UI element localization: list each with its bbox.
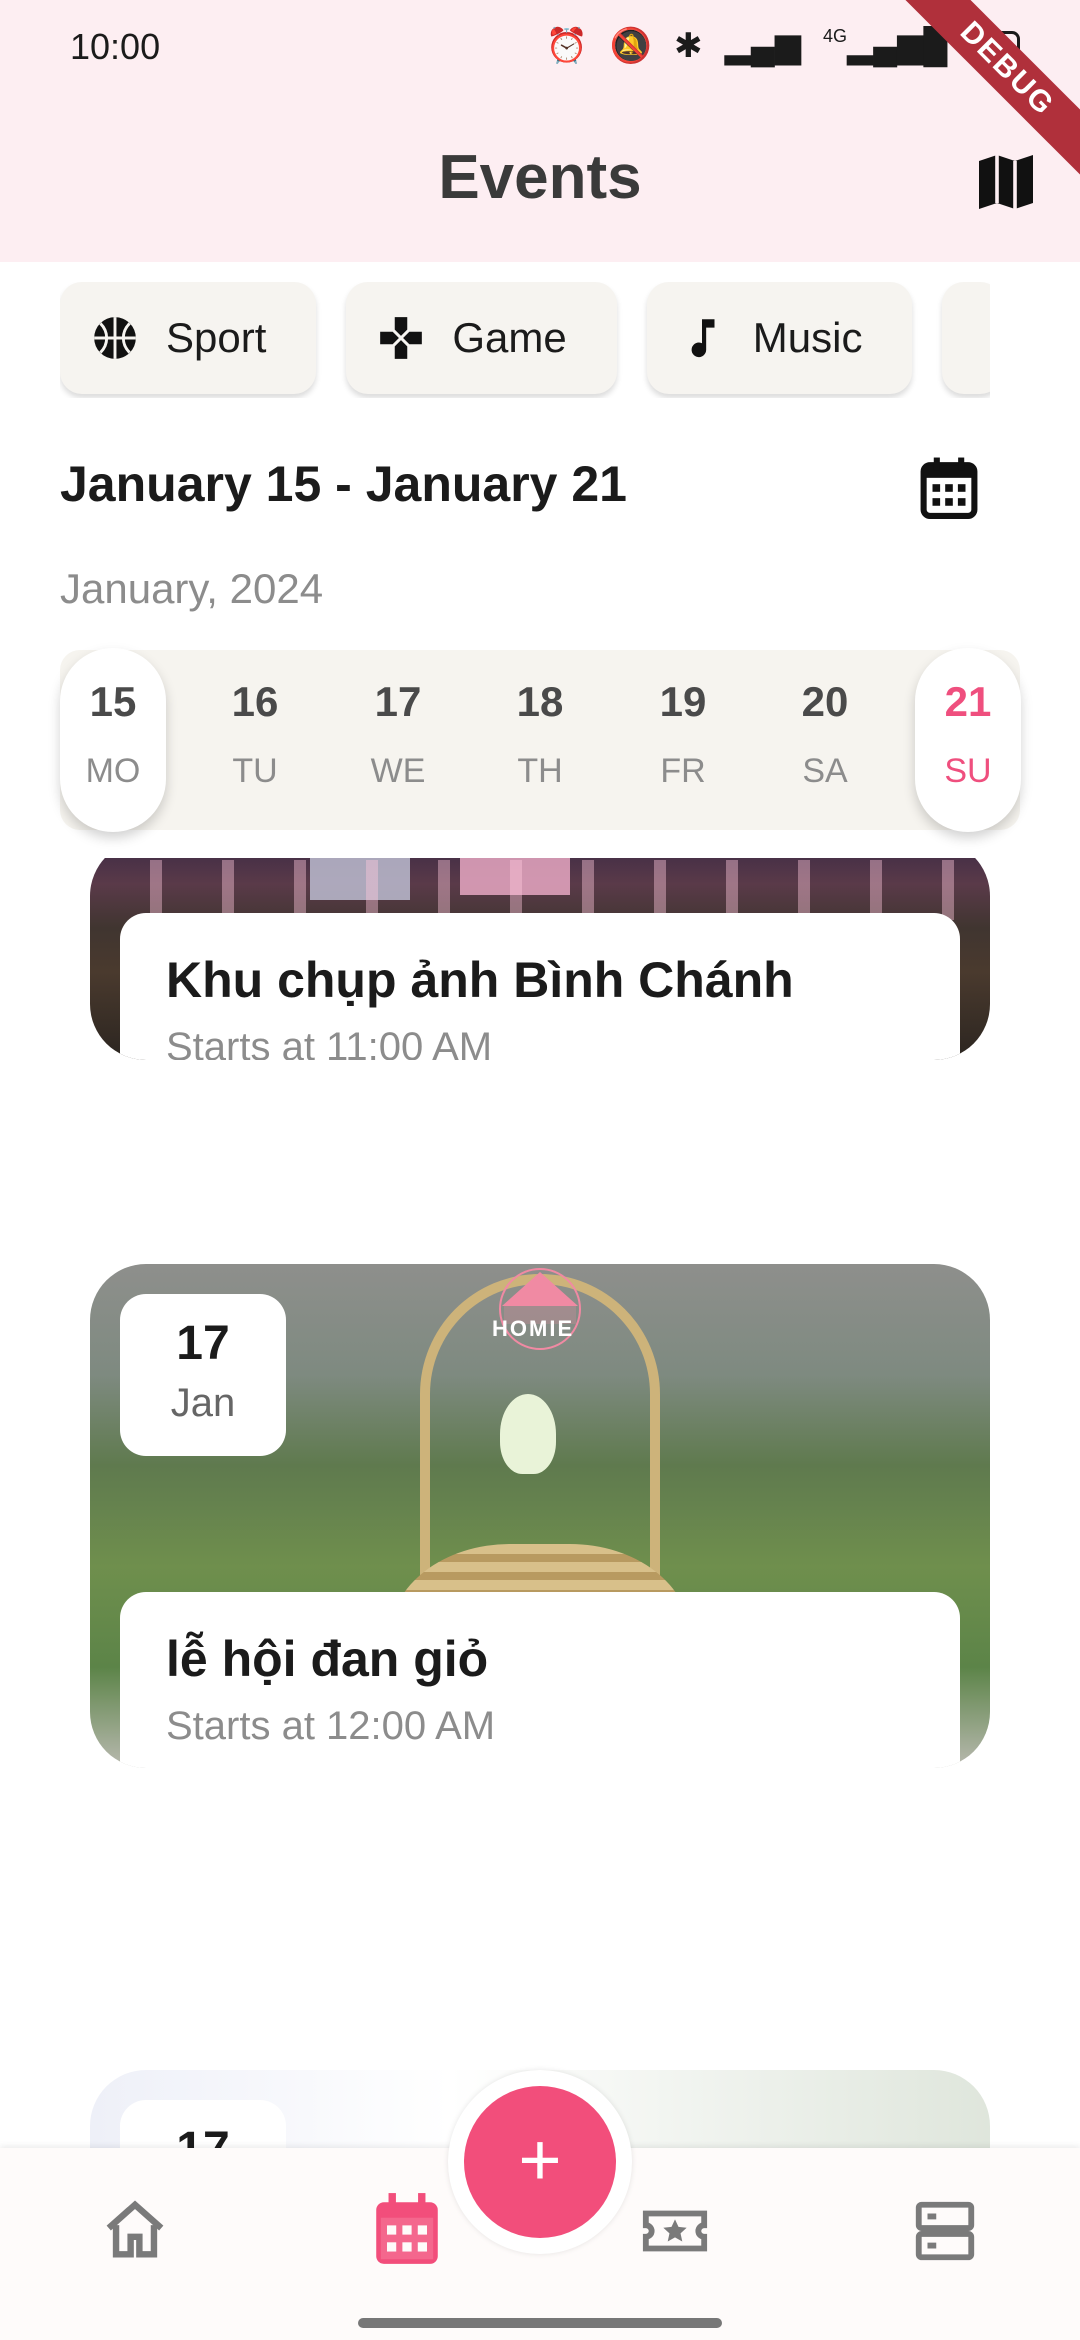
signal-4g-icon: 4G▂▄▆█	[823, 26, 948, 65]
date-badge: 17	[120, 2100, 286, 2148]
gamepad-icon	[380, 317, 423, 359]
storage-icon[interactable]	[910, 2196, 980, 2266]
top-app-bar: 10:00 ⏰ 🔕 ✱ ▂▄▆ 4G▂▄▆█ 19 DEBUG Events	[0, 0, 1080, 262]
event-start-time: Starts at 11:00 AM	[166, 1025, 493, 1060]
week-range: January 15 - January 21	[60, 456, 627, 512]
day-of-week: SA	[802, 752, 848, 790]
event-info-panel: Khu chụp ảnh Bình Chánh Starts at 11:00 …	[120, 913, 960, 1060]
event-title: Khu chụp ảnh Bình Chánh	[166, 952, 794, 1008]
date-badge-day: 17	[176, 1317, 230, 1370]
day-number: 17	[374, 678, 422, 725]
alarm-icon: ⏰	[545, 27, 588, 65]
day-number: 18	[516, 678, 564, 725]
status-time: 10:00	[70, 26, 161, 67]
day-su[interactable]: 21 SU	[915, 648, 1021, 832]
add-event-button[interactable]: +	[464, 2086, 616, 2238]
chip-sport[interactable]: Sport	[60, 282, 317, 394]
category-chips: Sport Game Music	[60, 282, 990, 398]
day-of-week: MO	[85, 752, 141, 790]
bluetooth-icon: ✱	[674, 27, 703, 65]
day-of-week: SU	[944, 752, 992, 790]
signal-weak-icon: ▂▄▆	[724, 27, 802, 65]
homie-logo-text: HOMIE	[492, 1316, 575, 1341]
event-image	[500, 1394, 556, 1474]
chip-music[interactable]: Music	[646, 282, 913, 394]
mute-vibrate-icon: 🔕	[609, 27, 653, 65]
page-title: Events	[438, 143, 642, 212]
home-indicator[interactable]	[358, 2318, 722, 2328]
event-info-panel: lễ hội đan giỏ Starts at 12:00 AM	[120, 1592, 960, 1768]
chip-game-label: Game	[452, 314, 567, 361]
calendar-icon[interactable]	[370, 2190, 444, 2270]
event-start-time: Starts at 12:00 AM	[166, 1704, 496, 1748]
event-feed[interactable]: Khu chụp ảnh Bình Chánh Starts at 11:00 …	[0, 858, 1080, 2148]
network-label: 4G	[823, 26, 848, 46]
chip-music-label: Music	[752, 314, 863, 361]
day-of-week: TU	[232, 752, 278, 790]
music-note-icon	[691, 319, 715, 358]
basketball-icon	[94, 317, 136, 359]
day-fr[interactable]: 19 FR	[630, 648, 736, 832]
event-image-lights	[90, 860, 990, 920]
map-icon[interactable]	[970, 146, 1042, 218]
day-number: 21	[944, 678, 992, 725]
chip-game[interactable]: Game	[346, 282, 617, 394]
day-sa[interactable]: 20 SA	[772, 648, 878, 832]
day-of-week: FR	[660, 752, 706, 790]
date-badge-day: 17	[120, 2122, 286, 2148]
calendar-picker-icon[interactable]	[918, 455, 980, 521]
chip-sport-label: Sport	[166, 314, 267, 361]
ticket-icon[interactable]	[640, 2196, 710, 2266]
event-title: lễ hội đan giỏ	[166, 1631, 489, 1687]
day-tu[interactable]: 16 TU	[202, 648, 308, 832]
event-card[interactable]: Khu chụp ảnh Bình Chánh Starts at 11:00 …	[90, 858, 990, 1060]
day-number: 16	[231, 678, 279, 725]
day-number: 15	[89, 678, 137, 725]
date-badge: 17 Jan	[120, 1294, 286, 1456]
date-badge-month: Jan	[170, 1381, 236, 1425]
month-label: January, 2024	[60, 565, 324, 612]
event-card[interactable]: HOMIE 17 Jan lễ hội đan giỏ Starts at 12…	[90, 1264, 990, 1768]
day-of-week: WE	[370, 752, 426, 790]
day-th[interactable]: 18 TH	[487, 648, 593, 832]
chip-more[interactable]	[942, 282, 990, 394]
day-of-week: TH	[517, 752, 563, 790]
home-icon[interactable]	[100, 2196, 170, 2266]
day-strip: 15 MO 16 TU 17 WE 18 TH 19 FR 20 SA 21 S…	[60, 648, 1021, 832]
day-we[interactable]: 17 WE	[345, 648, 451, 832]
day-number: 20	[801, 678, 849, 725]
day-number: 19	[659, 678, 707, 725]
day-mo[interactable]: 15 MO	[60, 648, 166, 832]
